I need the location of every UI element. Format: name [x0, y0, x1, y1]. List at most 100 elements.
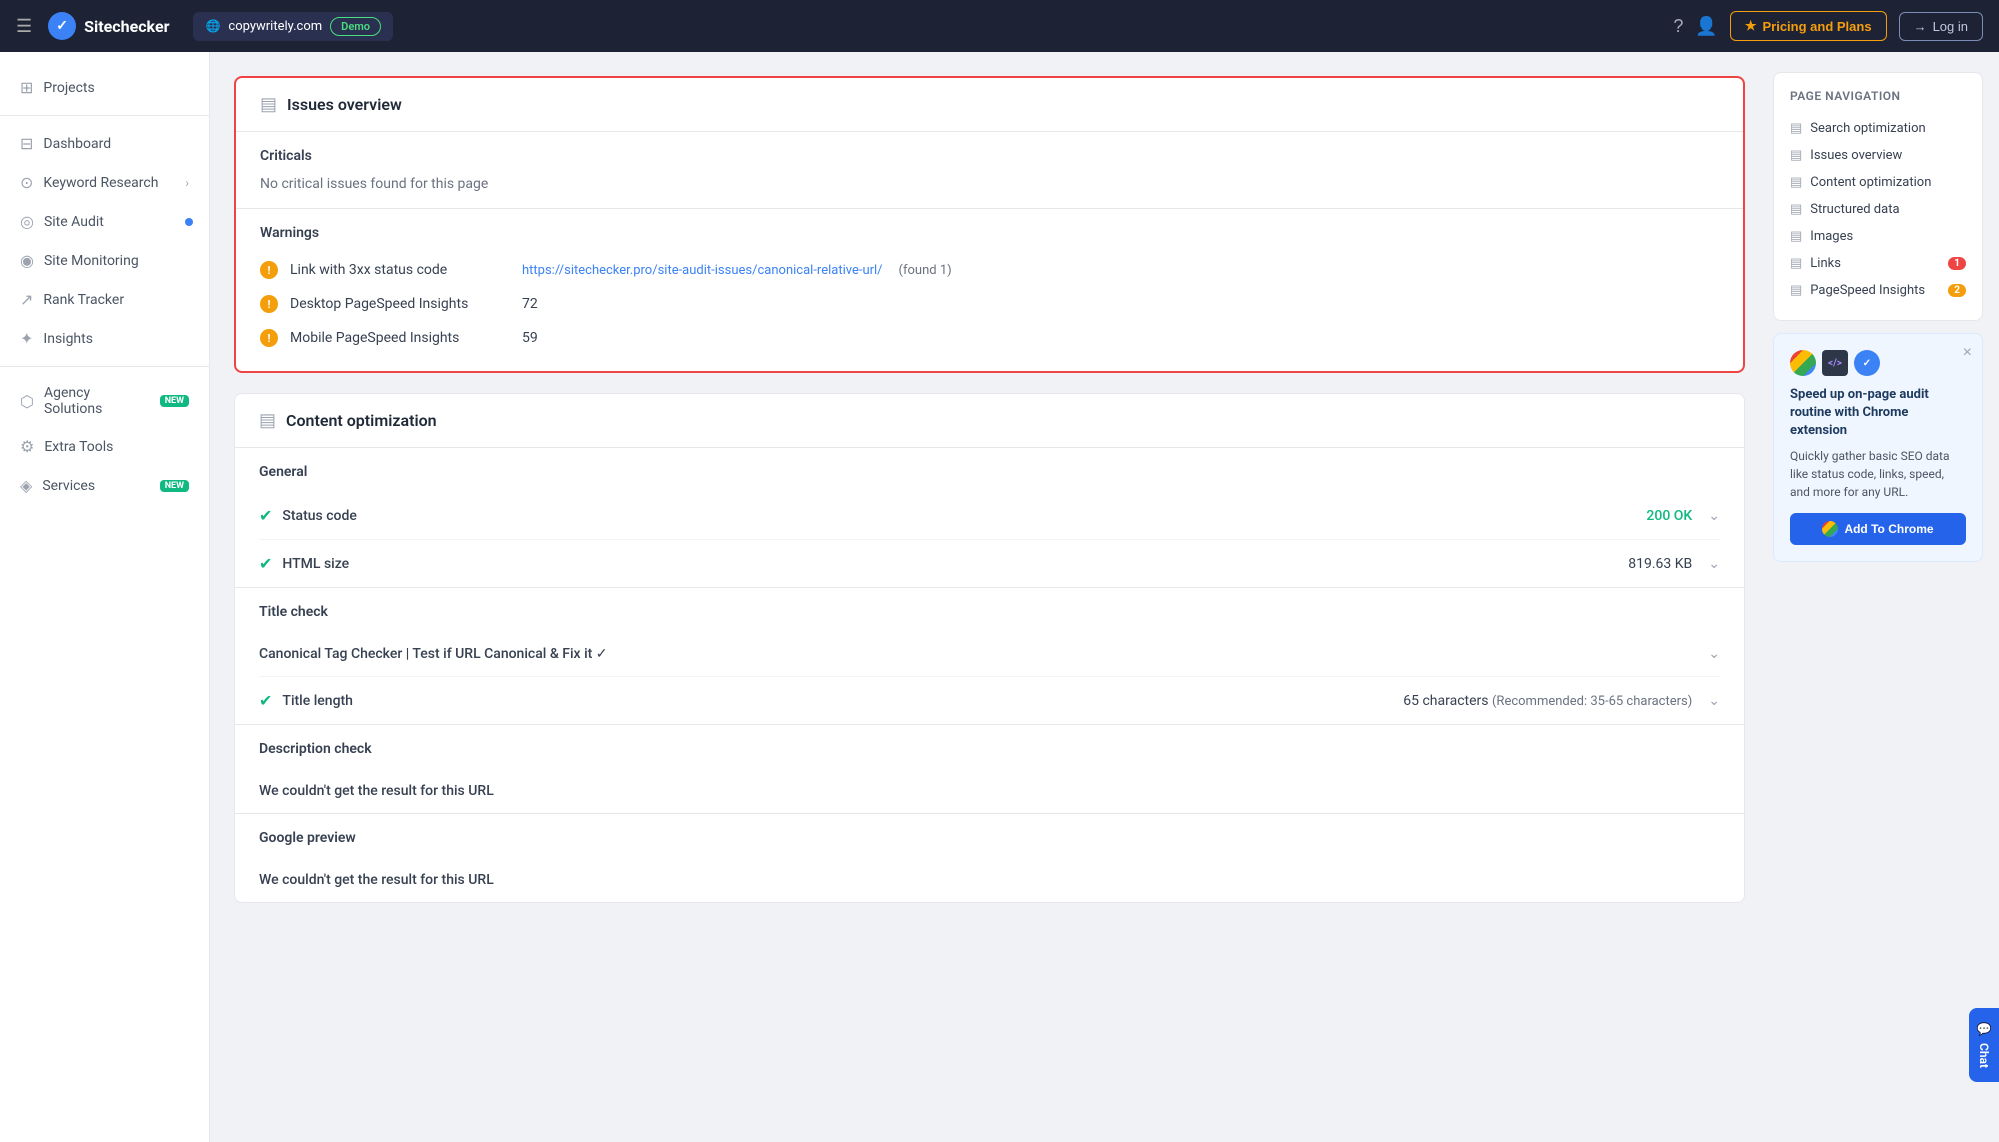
nav-item-pagespeed[interactable]: ▤ PageSpeed Insights 2: [1790, 277, 1966, 304]
nav-icon-links: ▤: [1790, 256, 1802, 271]
content-opt-header: ▤ Content optimization: [235, 394, 1744, 448]
dashboard-icon: ⊟: [20, 134, 33, 153]
main-content: ▤ Issues overview Criticals No critical …: [210, 52, 1999, 1142]
chevron-right-icon: ›: [185, 176, 189, 190]
html-size-row: ✔ HTML size 819.63 KB ⌄: [259, 540, 1720, 587]
sidebar-item-label: Site Audit: [44, 214, 189, 230]
nav-label-content: Content optimization: [1810, 175, 1966, 190]
check-icon-title: ✔: [259, 691, 272, 710]
layout: ⊞ Projects ⊟ Dashboard ⊙ Keyword Researc…: [0, 52, 1999, 1142]
pricing-button[interactable]: ★ Pricing and Plans: [1730, 11, 1887, 41]
sidebar-divider: [0, 115, 209, 116]
warning-row-link: ! Link with 3xx status code https://site…: [260, 253, 1719, 287]
warning-found-1: (found 1): [899, 263, 952, 278]
nav-item-structured-data[interactable]: ▤ Structured data: [1790, 196, 1966, 223]
warning-link-1[interactable]: https://sitechecker.pro/site-audit-issue…: [522, 263, 883, 278]
title-text-row: Canonical Tag Checker | Test if URL Cano…: [259, 632, 1720, 677]
agency-icon: ⬡: [20, 392, 34, 411]
general-section: General ✔ Status code 200 OK ⌄ ✔ HTML si…: [235, 448, 1744, 587]
chat-icon: 💬: [1977, 1022, 1991, 1037]
status-code-text: 200 OK: [1646, 508, 1692, 524]
new-badge: NEW: [160, 395, 189, 407]
sidebar-item-extra-tools[interactable]: ⚙ Extra Tools: [0, 427, 209, 466]
description-value-row: We couldn't get the result for this URL: [259, 769, 1720, 813]
header-right: ? 👤 ★ Pricing and Plans → Log in: [1673, 11, 1983, 41]
login-label: Log in: [1933, 19, 1968, 34]
user-button[interactable]: 👤: [1695, 16, 1717, 37]
site-name: copywritely.com: [228, 19, 322, 34]
nav-icon-content: ▤: [1790, 175, 1802, 190]
chrome-extension-card: × </> ✓ Speed up on-page audit routine w…: [1773, 333, 1983, 562]
login-button[interactable]: → Log in: [1899, 12, 1983, 41]
notification-dot: [185, 218, 193, 226]
sidebar-divider-2: [0, 366, 209, 367]
general-label: General: [259, 448, 1720, 492]
sidebar-item-dashboard[interactable]: ⊟ Dashboard: [0, 124, 209, 163]
keyword-icon: ⊙: [20, 173, 33, 192]
nav-icon-search: ▤: [1790, 121, 1802, 136]
content-header-icon: ▤: [259, 410, 276, 431]
google-preview-section: Google preview We couldn't get the resul…: [235, 814, 1744, 902]
content-opt-title: Content optimization: [286, 411, 437, 430]
add-to-chrome-button[interactable]: Add To Chrome: [1790, 513, 1966, 545]
warning-value-3: 59: [522, 330, 538, 346]
nav-item-issues[interactable]: ▤ Issues overview: [1790, 142, 1966, 169]
close-chrome-card-button[interactable]: ×: [1963, 344, 1972, 362]
warning-row-mobile: ! Mobile PageSpeed Insights 59: [260, 321, 1719, 355]
tools-icon: ⚙: [20, 437, 34, 456]
expand-html-icon[interactable]: ⌄: [1708, 556, 1720, 572]
status-code-label: Status code: [282, 508, 1646, 524]
links-badge: 1: [1948, 257, 1966, 270]
sidebar-item-label: Projects: [43, 80, 189, 96]
help-button[interactable]: ?: [1673, 16, 1683, 37]
expand-title-icon[interactable]: ⌄: [1708, 646, 1720, 662]
sidebar-item-services[interactable]: ◈ Services NEW: [0, 466, 209, 505]
description-label: Description check: [259, 725, 1720, 769]
rank-icon: ↗: [20, 290, 33, 309]
sidebar-item-agency-solutions[interactable]: ⬡ Agency Solutions NEW: [0, 375, 209, 427]
expand-title-length-icon[interactable]: ⌄: [1708, 693, 1720, 709]
sidebar-item-projects[interactable]: ⊞ Projects: [0, 68, 209, 107]
logo-icon: ✓: [48, 12, 76, 40]
sidebar-item-label: Rank Tracker: [43, 292, 189, 308]
nav-label-images: Images: [1810, 229, 1966, 244]
sidebar-item-keyword-research[interactable]: ⊙ Keyword Research ›: [0, 163, 209, 202]
google-preview-label: Google preview: [259, 814, 1720, 858]
title-check-section: Title check Canonical Tag Checker | Test…: [235, 588, 1744, 724]
html-size-value: 819.63 KB: [1628, 556, 1692, 572]
menu-icon[interactable]: ☰: [16, 16, 32, 37]
code-icon: </>: [1822, 350, 1848, 376]
warning-icon-3: !: [260, 329, 278, 347]
pagespeed-badge: 2: [1948, 284, 1966, 297]
title-length-row: ✔ Title length 65 characters (Recommende…: [259, 677, 1720, 724]
title-length-label: Title length: [282, 693, 1403, 709]
site-audit-icon: ◎: [20, 212, 34, 231]
chrome-btn-label: Add To Chrome: [1844, 522, 1933, 536]
sidebar-item-site-audit[interactable]: ◎ Site Audit: [0, 202, 209, 241]
nav-label-issues: Issues overview: [1810, 148, 1966, 163]
nav-icon-pagespeed: ▤: [1790, 283, 1802, 298]
sidebar-item-site-monitoring[interactable]: ◉ Site Monitoring: [0, 241, 209, 280]
page-nav-title: Page navigation: [1790, 89, 1966, 103]
issues-overview-header: ▤ Issues overview: [236, 78, 1743, 132]
logo[interactable]: ✓ Sitechecker: [48, 12, 169, 40]
nav-item-images[interactable]: ▤ Images: [1790, 223, 1966, 250]
projects-icon: ⊞: [20, 78, 33, 97]
nav-item-search-opt[interactable]: ▤ Search optimization: [1790, 115, 1966, 142]
title-length-value: 65 characters (Recommended: 35-65 charac…: [1403, 693, 1692, 709]
expand-status-icon[interactable]: ⌄: [1708, 508, 1720, 524]
sidebar-item-insights[interactable]: ✦ Insights: [0, 319, 209, 358]
chrome-card-desc: Quickly gather basic SEO data like statu…: [1790, 447, 1966, 501]
nav-icon-images: ▤: [1790, 229, 1802, 244]
nav-item-links[interactable]: ▤ Links 1: [1790, 250, 1966, 277]
monitoring-icon: ◉: [20, 251, 34, 270]
sidebar-item-rank-tracker[interactable]: ↗ Rank Tracker: [0, 280, 209, 319]
chrome-btn-icon: [1822, 521, 1838, 537]
warning-row-desktop: ! Desktop PageSpeed Insights 72: [260, 287, 1719, 321]
new-badge-services: NEW: [160, 480, 189, 492]
title-length-recommended: (Recommended: 35-65 characters): [1492, 694, 1692, 709]
sidebar-item-label: Extra Tools: [44, 439, 189, 455]
chat-button[interactable]: 💬 Chat: [1969, 1008, 1999, 1082]
nav-item-content-opt[interactable]: ▤ Content optimization: [1790, 169, 1966, 196]
site-pill[interactable]: 🌐 copywritely.com Demo: [193, 12, 393, 41]
